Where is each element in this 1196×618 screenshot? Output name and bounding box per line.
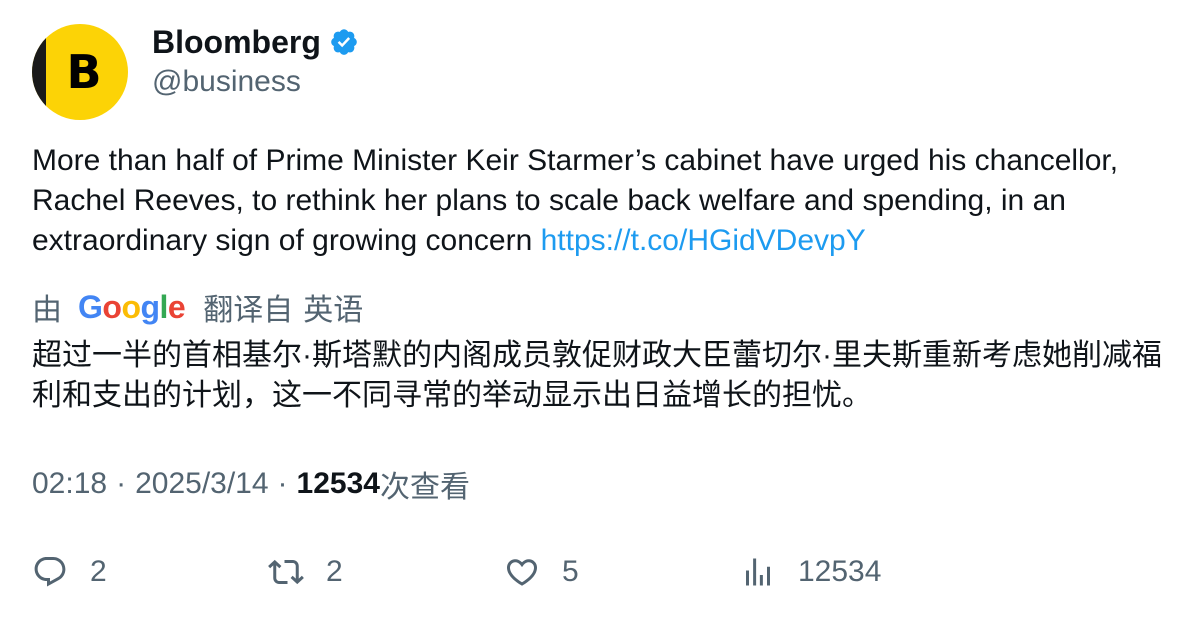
like-button[interactable]: 5: [504, 552, 579, 592]
retweet-icon: [268, 559, 304, 585]
views-label: 次查看: [379, 471, 470, 504]
analytics-icon: [746, 558, 770, 586]
author-display-name: Bloomberg: [152, 24, 321, 60]
reply-button[interactable]: 2: [32, 552, 107, 592]
retweet-count: 2: [326, 555, 343, 588]
meta-separator: ·: [277, 467, 288, 500]
translated-from-label: 翻译自: [203, 294, 294, 327]
author-handle[interactable]: @business: [152, 62, 301, 102]
author-name[interactable]: Bloomberg: [152, 22, 359, 62]
tweet-meta: 02:18 · 2025/3/14 · 12534 次查看: [32, 464, 470, 504]
like-count: 5: [562, 555, 579, 588]
tweet-time[interactable]: 02:18: [32, 467, 107, 501]
views-count: 12534: [296, 467, 380, 500]
heart-icon: [506, 559, 538, 586]
reply-count: 2: [90, 555, 107, 588]
source-language: 英语: [303, 294, 364, 327]
google-logo: Google: [78, 288, 186, 325]
translation-attribution: 由 Google 翻译自 英语: [32, 287, 364, 328]
tweet-link[interactable]: https://t.co/HGidVDevpY: [541, 224, 866, 257]
verified-badge-icon: [331, 29, 357, 55]
views-action-count: 12534: [798, 555, 882, 588]
tweet-text: More than half of Prime Minister Keir St…: [32, 141, 1172, 261]
views-button[interactable]: 12534: [740, 552, 881, 592]
reply-icon: [34, 557, 66, 587]
translated-text: 超过一半的首相基尔·斯塔默的内阁成员敦促财政大臣蕾切尔·里夫斯重新考虑她削减福利…: [32, 339, 1162, 412]
retweet-button[interactable]: 2: [268, 552, 343, 592]
translated-by-label: 由: [32, 294, 62, 327]
avatar[interactable]: B: [32, 24, 128, 120]
avatar-letter: B: [66, 45, 102, 99]
tweet-date[interactable]: 2025/3/14: [135, 467, 268, 501]
meta-separator: ·: [116, 467, 127, 500]
